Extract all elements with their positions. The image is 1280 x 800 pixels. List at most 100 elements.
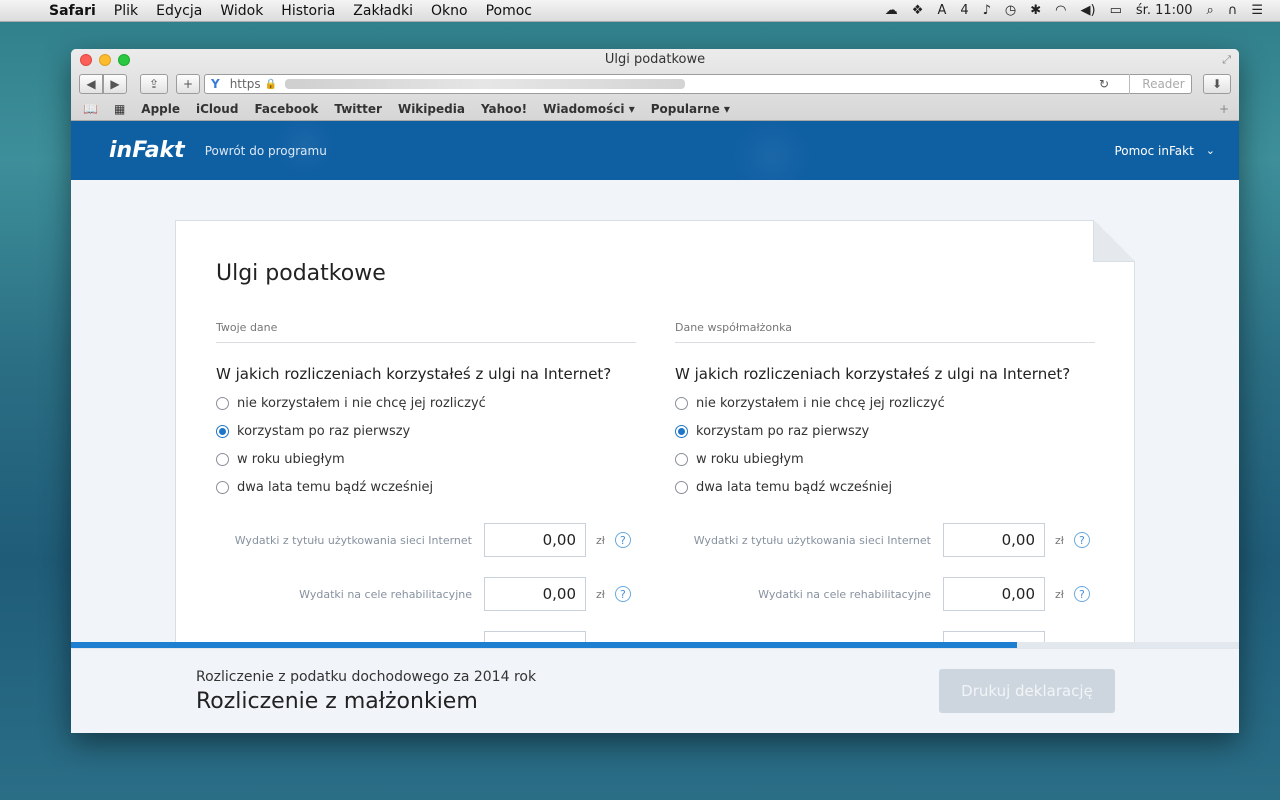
bookmark-facebook[interactable]: Facebook: [246, 102, 326, 116]
menu-edycja[interactable]: Edycja: [147, 3, 211, 19]
currency-unit: zł: [1055, 533, 1064, 547]
page-title: Ulgi podatkowe: [216, 261, 386, 286]
field-label: Wydatki z tytułu użytkowania sieci Inter…: [693, 533, 931, 547]
volume-icon[interactable]: ◀): [1074, 3, 1103, 18]
bookmark-icloud[interactable]: iCloud: [188, 102, 246, 116]
spouse-field-row-internet: Wydatki z tytułu użytkowania sieci Inter…: [675, 523, 1095, 557]
browser-window: Ulgi podatkowe ⤢ ◀ ▶ ⇪ + Y https 🔒 ↻ Rea…: [71, 49, 1239, 733]
radio-button[interactable]: [216, 396, 229, 410]
menu-historia[interactable]: Historia: [272, 3, 344, 19]
back-button[interactable]: ◀: [79, 74, 103, 94]
bell-icon[interactable]: ♪: [976, 3, 998, 18]
radio-option-none[interactable]: nie korzystałem i nie chcę jej rozliczyć: [216, 389, 636, 417]
form-paper: Ulgi podatkowe Twoje dane W jakich rozli…: [175, 220, 1135, 642]
fullscreen-icon[interactable]: ⤢: [1222, 53, 1231, 67]
spouse-internet-expense-input[interactable]: 0,00: [943, 523, 1045, 557]
user-icon[interactable]: ∩: [1221, 3, 1245, 18]
radio-label: dwa lata temu bądź wcześniej: [237, 479, 434, 495]
menu-widok[interactable]: Widok: [211, 3, 272, 19]
help-icon[interactable]: ?: [614, 586, 631, 602]
help-icon[interactable]: ?: [614, 532, 631, 548]
spouse-radio-option-last-year[interactable]: w roku ubiegłym: [675, 445, 1095, 473]
radio-option-first-time[interactable]: korzystam po raz pierwszy: [216, 417, 636, 445]
right-column: Dane współmałżonka W jakich rozliczeniac…: [675, 321, 1095, 501]
radio-label: w roku ubiegłym: [237, 451, 345, 467]
radio-label: w roku ubiegłym: [696, 451, 804, 467]
spouse-field-row-partial: [675, 631, 1095, 642]
menu-safari[interactable]: Safari: [40, 3, 105, 19]
menu-plik[interactable]: Plik: [105, 3, 147, 19]
download-icon: ⬇: [1211, 77, 1223, 91]
back-to-program-link[interactable]: Powrót do programu: [205, 144, 327, 158]
bluetooth-icon[interactable]: ✱: [1023, 3, 1048, 18]
print-declaration-button[interactable]: Drukuj deklarację: [939, 669, 1115, 713]
chevron-down-icon[interactable]: ⌄: [1206, 144, 1215, 157]
forward-button[interactable]: ▶: [103, 74, 127, 94]
downloads-button[interactable]: ⬇: [1203, 74, 1231, 94]
help-icon[interactable]: ?: [1073, 532, 1090, 548]
spouse-field-row-rehab: Wydatki na cele rehabilitacyjne 0,00 zł …: [675, 577, 1095, 611]
spouse-radio-option-two-years-ago[interactable]: dwa lata temu bądź wcześniej: [675, 473, 1095, 501]
time-machine-icon[interactable]: ◷: [998, 3, 1023, 18]
menubar: Safari Plik Edycja Widok Historia Zakład…: [0, 0, 1280, 22]
field-label: Wydatki na cele rehabilitacyjne: [758, 587, 931, 601]
infakt-logo[interactable]: inFakt: [109, 138, 185, 163]
notification-count[interactable]: 4: [953, 3, 975, 18]
radio-button[interactable]: [216, 452, 229, 466]
spouse-next-expense-input[interactable]: [943, 631, 1045, 642]
radio-button[interactable]: [675, 396, 688, 410]
help-icon[interactable]: ?: [1073, 586, 1090, 602]
left-column: Twoje dane W jakich rozliczeniach korzys…: [216, 321, 636, 501]
add-tab-icon[interactable]: +: [1211, 102, 1237, 116]
spouse-rehab-expense-input[interactable]: 0,00: [943, 577, 1045, 611]
internet-expense-input[interactable]: 0,00: [484, 523, 586, 557]
forward-arrow-icon: ▶: [110, 77, 120, 91]
cloud-icon[interactable]: ☁: [878, 3, 905, 18]
bookmark-twitter[interactable]: Twitter: [326, 102, 390, 116]
battery-icon[interactable]: ▭: [1103, 3, 1129, 18]
back-arrow-icon: ◀: [86, 77, 96, 91]
share-button[interactable]: ⇪: [140, 74, 168, 94]
radio-button[interactable]: [675, 452, 688, 466]
top-sites-icon[interactable]: ▦: [106, 102, 133, 116]
field-label: Wydatki na cele rehabilitacyjne: [299, 587, 472, 601]
bookmark-popularne[interactable]: Popularne ▾: [643, 102, 738, 116]
app-header: inFakt Powrót do programu Pomoc inFakt ⌄: [71, 121, 1239, 180]
address-url-blurred: [285, 79, 686, 89]
notification-center-icon[interactable]: ☰: [1244, 3, 1270, 18]
spotlight-icon[interactable]: ⌕: [1200, 3, 1221, 18]
menu-pomoc[interactable]: Pomoc: [477, 3, 541, 19]
reload-icon[interactable]: ↻: [1099, 77, 1109, 91]
next-expense-input[interactable]: [484, 631, 586, 642]
reading-list-icon[interactable]: 📖: [75, 102, 106, 116]
radio-button-selected[interactable]: [216, 424, 229, 438]
adobe-icon[interactable]: A: [930, 3, 953, 18]
rehab-expense-input[interactable]: 0,00: [484, 577, 586, 611]
dropbox-icon[interactable]: ❖: [905, 3, 931, 18]
new-tab-plus-button[interactable]: +: [176, 74, 200, 94]
clock[interactable]: śr. 11:00: [1129, 3, 1200, 18]
menu-zakladki[interactable]: Zakładki: [344, 3, 422, 19]
window-title: Ulgi podatkowe: [604, 52, 706, 67]
bookmarks-bar: 📖 ▦ Apple iCloud Facebook Twitter Wikipe…: [71, 99, 1239, 119]
radio-button[interactable]: [675, 480, 688, 494]
radio-option-last-year[interactable]: w roku ubiegłym: [216, 445, 636, 473]
bookmark-yahoo[interactable]: Yahoo!: [473, 102, 535, 116]
lock-icon: 🔒: [264, 78, 278, 90]
bookmark-wiadomosci[interactable]: Wiadomości ▾: [535, 102, 643, 116]
radio-button[interactable]: [216, 480, 229, 494]
help-menu[interactable]: Pomoc inFakt: [1114, 144, 1193, 158]
browser-toolbar: Ulgi podatkowe ⤢ ◀ ▶ ⇪ + Y https 🔒 ↻ Rea…: [71, 49, 1239, 121]
bookmark-apple[interactable]: Apple: [133, 102, 188, 116]
wifi-icon[interactable]: ◠: [1048, 3, 1073, 18]
reader-button[interactable]: Reader: [1129, 74, 1197, 94]
radio-label: nie korzystałem i nie chcę jej rozliczyć: [696, 395, 945, 411]
radio-option-two-years-ago[interactable]: dwa lata temu bądź wcześniej: [216, 473, 636, 501]
spouse-radio-option-none[interactable]: nie korzystałem i nie chcę jej rozliczyć: [675, 389, 1095, 417]
radio-button-selected[interactable]: [675, 424, 688, 438]
status-tray: ☁ ❖ A 4 ♪ ◷ ✱ ◠ ◀) ▭ śr. 11:00 ⌕ ∩ ☰: [878, 3, 1280, 18]
menu-okno[interactable]: Okno: [422, 3, 477, 19]
bookmark-wikipedia[interactable]: Wikipedia: [390, 102, 473, 116]
address-bar[interactable]: Y https 🔒 ↻: [204, 74, 1192, 94]
spouse-radio-option-first-time[interactable]: korzystam po raz pierwszy: [675, 417, 1095, 445]
